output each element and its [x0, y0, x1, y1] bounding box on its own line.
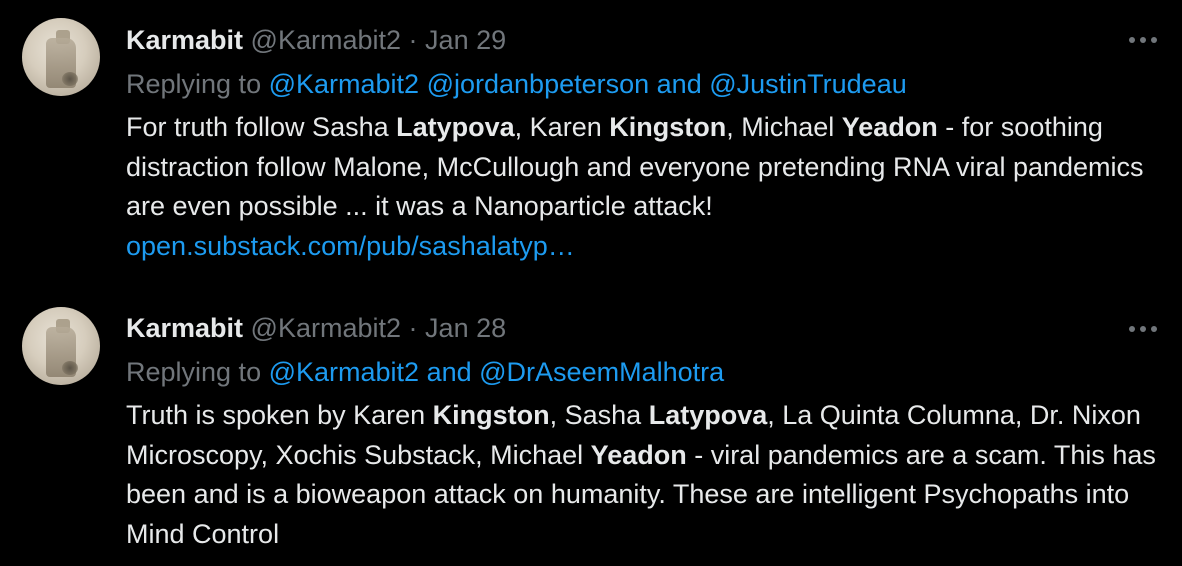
- replying-to-label: Replying to: [126, 357, 262, 387]
- tweet-content: Karmabit @Karmabit2 · Jan 28 Replying to…: [126, 310, 1162, 554]
- separator: ·: [408, 313, 418, 343]
- tweet-text-bold: Kingston: [432, 400, 550, 430]
- mention-link[interactable]: @Karmabit2: [269, 69, 419, 99]
- replying-to-label: Replying to: [126, 69, 262, 99]
- tweet-content: Karmabit @Karmabit2 · Jan 29 Replying to…: [126, 22, 1162, 266]
- replying-to-line: Replying to @Karmabit2 @jordanbpeterson …: [126, 66, 1162, 102]
- tweet-text-bold: Kingston: [609, 112, 727, 142]
- mention-joiner: and: [649, 69, 710, 99]
- mention-link[interactable]: @Karmabit2: [269, 357, 419, 387]
- tweet-text: Truth is spoken by Karen Kingston, Sasha…: [126, 396, 1162, 554]
- tweet-text-bold: Yeadon: [590, 439, 687, 470]
- handle[interactable]: @Karmabit2: [251, 25, 401, 55]
- mention-joiner: and: [419, 357, 480, 387]
- more-horizontal-icon[interactable]: [1126, 34, 1160, 46]
- display-name[interactable]: Karmabit: [126, 313, 243, 343]
- tweet-text-segment: For truth follow Sasha: [126, 112, 397, 142]
- tweet-header: Karmabit @Karmabit2 · Jan 28: [126, 310, 1162, 346]
- mention-link[interactable]: @jordanbpeterson: [427, 69, 650, 99]
- tweet-text-segment: , Michael: [726, 112, 842, 142]
- tweet[interactable]: Karmabit @Karmabit2 · Jan 28 Replying to…: [0, 290, 1182, 566]
- tweet-header: Karmabit @Karmabit2 · Jan 29: [126, 22, 1162, 58]
- tweet[interactable]: Karmabit @Karmabit2 · Jan 29 Replying to…: [0, 0, 1182, 290]
- tweet-link[interactable]: open.substack.com/pub/sashalatyp…: [126, 231, 575, 261]
- replying-to-line: Replying to @Karmabit2 and @DrAseemMalho…: [126, 354, 1162, 390]
- tweet-text-bold: Yeadon: [841, 112, 938, 142]
- avatar[interactable]: [22, 307, 100, 385]
- more-horizontal-icon[interactable]: [1126, 323, 1160, 335]
- tweet-text-segment: , Karen: [514, 112, 610, 142]
- avatar-spot: [62, 361, 78, 375]
- mention-link[interactable]: @JustinTrudeau: [709, 69, 907, 99]
- tweet-text-bold: Latypova: [396, 112, 515, 142]
- timestamp[interactable]: Jan 29: [425, 25, 506, 55]
- tweet-text-segment: Truth is spoken by Karen: [126, 400, 433, 430]
- tweet-text: For truth follow Sasha Latypova, Karen K…: [126, 108, 1162, 266]
- timestamp[interactable]: Jan 28: [425, 313, 506, 343]
- tweet-text-bold: Latypova: [648, 400, 768, 430]
- tweet-text-segment: , Sasha: [549, 400, 649, 430]
- avatar-spot: [62, 72, 78, 86]
- separator: ·: [408, 25, 418, 55]
- mention-link[interactable]: @DrAseemMalhotra: [479, 357, 724, 387]
- avatar[interactable]: [22, 18, 100, 96]
- display-name[interactable]: Karmabit: [126, 25, 243, 55]
- handle[interactable]: @Karmabit2: [251, 313, 401, 343]
- mention-joiner: [419, 69, 427, 99]
